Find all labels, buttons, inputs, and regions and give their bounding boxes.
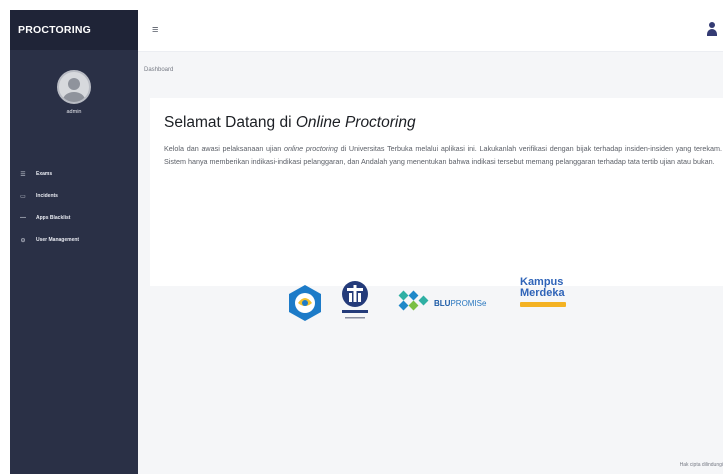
blu-promise-text: BLUPROMISe	[434, 299, 486, 308]
sidebar-nav: ☰ Exams ▭ Incidents — Apps Blacklist ⊙ U…	[10, 163, 138, 251]
sidebar-item-apps-blacklist[interactable]: — Apps Blacklist	[10, 207, 138, 229]
avatar-body-icon	[63, 92, 85, 102]
universitas-terbuka-logo	[342, 281, 368, 319]
app-brand[interactable]: PROCTORING	[10, 10, 138, 50]
top-bar: ≡	[138, 10, 723, 52]
blacklist-icon: —	[20, 215, 26, 221]
avatar-head-icon	[68, 78, 80, 90]
welcome-title-emphasis: Online Proctoring	[295, 114, 416, 131]
breadcrumb[interactable]: Dashboard	[138, 52, 723, 86]
hamburger-icon[interactable]: ≡	[152, 24, 158, 36]
blu-promise-logo-mark	[398, 290, 429, 311]
sidebar-username: admin	[66, 109, 82, 115]
user-icon-head	[709, 22, 715, 28]
incident-icon: ▭	[20, 193, 26, 200]
sidebar-item-label: Incidents	[36, 193, 58, 199]
merdeka-label: Merdeka	[520, 287, 565, 299]
user-icon-body	[707, 29, 717, 36]
kemendikbud-logo	[289, 285, 321, 321]
sidebar-item-label: Apps Blacklist	[36, 215, 71, 221]
welcome-card: Selamat Datang di Online Proctoring Kelo…	[150, 98, 723, 286]
footer-text: Hak cipta dilindungi	[679, 462, 723, 468]
welcome-description-part-1: Kelola dan awasi pelaksanaan ujian	[164, 144, 284, 153]
exam-icon: ☰	[20, 171, 26, 178]
sidebar: PROCTORING admin ☰ Exams ▭ Incidents — A…	[10, 10, 138, 474]
welcome-description-emphasis: online proctoring	[283, 144, 338, 153]
welcome-title: Selamat Datang di Online Proctoring	[164, 114, 723, 132]
user-management-icon: ⊙	[20, 237, 26, 244]
sidebar-item-user-management[interactable]: ⊙ User Management	[10, 229, 138, 251]
main-content: Dashboard Selamat Datang di Online Proct…	[138, 52, 723, 474]
sidebar-item-exams[interactable]: ☰ Exams	[10, 163, 138, 185]
welcome-title-prefix: Selamat Datang di	[164, 114, 296, 131]
sidebar-item-label: User Management	[36, 237, 80, 243]
partner-logos: BLUPROMISe Kampus Merdeka	[286, 275, 606, 337]
blu-suffix: PROMISe	[450, 299, 487, 308]
sidebar-item-incidents[interactable]: ▭ Incidents	[10, 185, 138, 207]
sidebar-item-label: Exams	[36, 171, 53, 177]
avatar[interactable]	[57, 70, 91, 104]
user-icon[interactable]	[707, 22, 717, 36]
kampus-underline	[520, 302, 566, 307]
avatar-container	[10, 50, 138, 104]
blu-label: BLU	[434, 299, 451, 308]
welcome-description: Kelola dan awasi pelaksanaan ujian onlin…	[164, 142, 722, 168]
kampus-merdeka-logo: Kampus Merdeka	[520, 277, 576, 319]
